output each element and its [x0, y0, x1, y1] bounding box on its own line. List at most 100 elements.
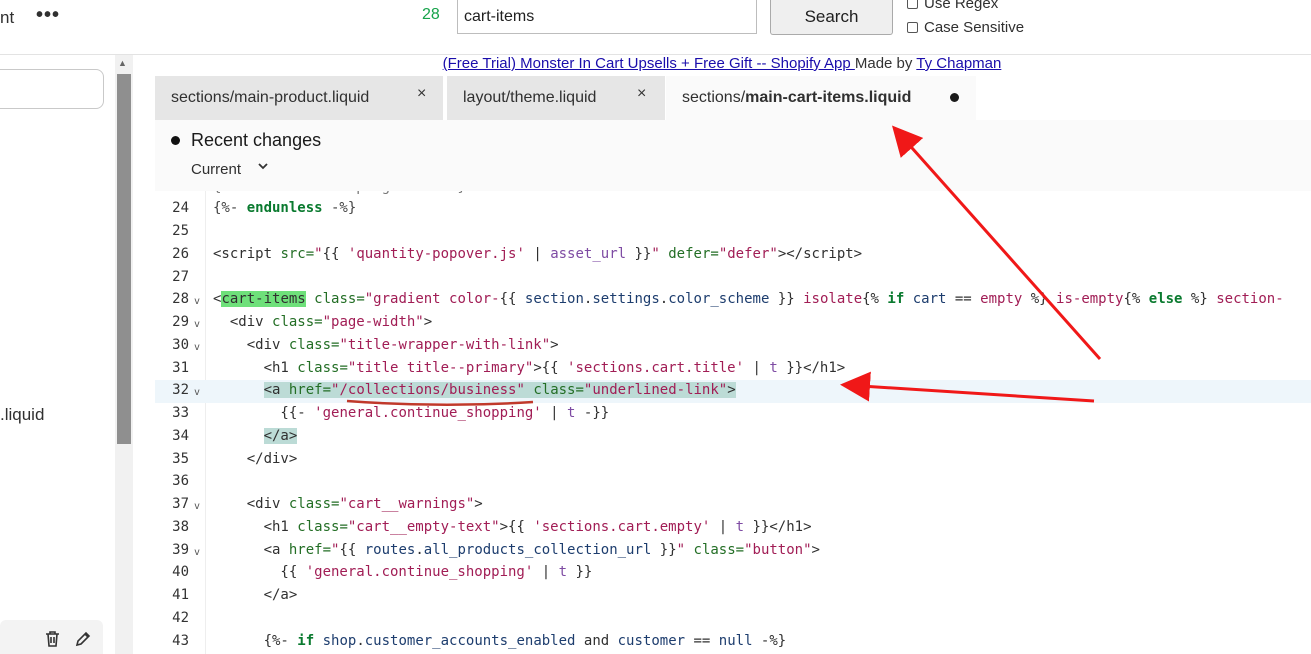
code-line-42: 42	[155, 608, 1311, 631]
line-number: 31	[172, 360, 189, 376]
app-credit-line: (Free Trial) Monster In Cart Upsells + F…	[133, 55, 1311, 75]
app-store-link[interactable]: (Free Trial) Monster In Cart Upsells + F…	[443, 55, 855, 72]
code-text: <div class="page-width">	[213, 314, 433, 330]
code-text: <div class="title-wrapper-with-link">	[213, 337, 559, 353]
code-line-40: 40 {{ 'general.continue_shopping' | t }}	[155, 562, 1311, 585]
recent-changes-panel	[155, 120, 1311, 192]
fold-chevron-icon[interactable]: v	[194, 501, 200, 512]
bullet-icon	[171, 136, 180, 145]
use-regex-label: Use Regex	[924, 0, 999, 12]
line-number: 40	[172, 564, 189, 580]
code-line-25: 25	[155, 221, 1311, 244]
author-link[interactable]: Ty Chapman	[916, 55, 1001, 72]
sidebar-search-field[interactable]	[0, 69, 104, 109]
tab-theme[interactable]: layout/theme.liquid ×	[447, 76, 665, 120]
line-number: 41	[172, 587, 189, 603]
code-text: {%- endunless -%}	[213, 200, 357, 216]
line-number: 39	[172, 542, 189, 558]
code-line-30: 30 v <div class="title-wrapper-with-link…	[155, 335, 1311, 358]
code-text: <cart-items class="gradient color-{{ sec…	[213, 291, 1284, 307]
close-icon[interactable]: ×	[417, 85, 426, 103]
code-text: {%- if shop.customer_accounts_enabled an…	[213, 633, 787, 649]
line-number: 30	[172, 337, 189, 353]
tab-label: sections/main-product.liquid	[171, 89, 370, 106]
code-text: <div class="cart__warnings">	[213, 496, 483, 512]
line-number: 34	[172, 428, 189, 444]
code-line-24: 24 {%- endunless -%}	[155, 198, 1311, 221]
line-number: 27	[172, 269, 189, 285]
line-number: 42	[172, 610, 189, 626]
line-number: 35	[172, 451, 189, 467]
fold-chevron-icon[interactable]: v	[194, 547, 200, 558]
case-sensitive-option[interactable]: Case Sensitive	[907, 19, 1024, 36]
code-line-39: 39 v <a href="{{ routes.all_products_col…	[155, 540, 1311, 563]
code-text: <a href="{{ routes.all_products_collecti…	[213, 542, 820, 558]
code-text: <h1 class="cart__empty-text">{{ 'section…	[213, 519, 812, 535]
line-number: 24	[172, 200, 189, 216]
recent-changes-title: Recent changes	[191, 130, 322, 150]
code-line-27: 27	[155, 267, 1311, 290]
code-text: {%- render 'cart-progress' -%}	[213, 191, 466, 195]
code-editor[interactable]: {%- render 'cart-progress' -%} 24 {%- en…	[155, 191, 1311, 654]
scroll-up-icon[interactable]: ▲	[118, 58, 127, 68]
code-line-33: 33 {{- 'general.continue_shopping' | t -…	[155, 403, 1311, 426]
code-line-43: 43 {%- if shop.customer_accounts_enabled…	[155, 631, 1311, 654]
tab-label: layout/theme.liquid	[463, 89, 597, 106]
fold-chevron-icon[interactable]: v	[194, 387, 200, 398]
fold-chevron-icon[interactable]: v	[194, 296, 200, 307]
fold-chevron-icon[interactable]: v	[194, 319, 200, 330]
code-text: </div>	[213, 451, 298, 467]
code-text: </a>	[263, 428, 298, 444]
line-number: 25	[172, 223, 189, 239]
line-number: 38	[172, 519, 189, 535]
code-line-38: 38 <h1 class="cart__empty-text">{{ 'sect…	[155, 517, 1311, 540]
editor-tabs: sections/main-product.liquid × layout/th…	[155, 76, 1311, 120]
tab-label-path: sections/	[682, 89, 746, 106]
code-line-37: 37 v <div class="cart__warnings">	[155, 494, 1311, 517]
unsaved-dot-icon	[950, 93, 959, 102]
code-text: <h1 class="title title--primary">{{ 'sec…	[213, 360, 846, 376]
line-number: 32	[172, 382, 189, 398]
code-text: {{- 'general.continue_shopping' | t -}}	[213, 405, 610, 421]
code-line-26: 26 <script src="{{ 'quantity-popover.js'…	[155, 244, 1311, 267]
scrollbar-thumb[interactable]	[117, 74, 131, 444]
line-number: 28	[172, 291, 189, 307]
code-line-28: 28 v <cart-items class="gradient color-{…	[155, 289, 1311, 312]
toolbar-left-fragment: nt	[0, 8, 15, 27]
more-horizontal-icon[interactable]: •••	[36, 4, 60, 27]
tab-main-product[interactable]: sections/main-product.liquid ×	[155, 76, 443, 120]
line-number: 29	[172, 314, 189, 330]
line-number: 43	[172, 633, 189, 649]
line-number: 26	[172, 246, 189, 262]
made-by-label: Made by	[854, 55, 917, 72]
tab-main-cart-items[interactable]: sections/main-cart-items.liquid	[666, 76, 976, 120]
code-line-35: 35 </div>	[155, 449, 1311, 472]
code-text: <script src="{{ 'quantity-popover.js' | …	[213, 246, 863, 262]
match-count: 28	[422, 6, 440, 23]
fold-chevron-icon[interactable]: v	[194, 342, 200, 353]
line-number: 37	[172, 496, 189, 512]
case-sensitive-checkbox[interactable]	[907, 22, 918, 33]
case-sensitive-label: Case Sensitive	[924, 19, 1025, 36]
code-text: <a href="/collections/business" class="u…	[263, 382, 736, 398]
chevron-down-icon[interactable]	[257, 160, 269, 175]
code-line-32: 32 v <a href="/collections/business" cla…	[155, 380, 1311, 403]
trash-icon[interactable]	[44, 630, 61, 653]
sidebar-file-item[interactable]: .liquid	[0, 405, 44, 425]
use-regex-checkbox[interactable]	[907, 0, 918, 9]
line-number: 36	[172, 473, 189, 489]
version-selector[interactable]: Current	[191, 161, 241, 178]
tab-label-file: main-cart-items.liquid	[745, 89, 912, 106]
code-line-41: 41 </a>	[155, 585, 1311, 608]
code-line-34: 34 </a>	[155, 426, 1311, 449]
edit-icon[interactable]	[74, 630, 92, 653]
code-text: </a>	[213, 587, 298, 603]
code-text: {{ 'general.continue_shopping' | t }}	[213, 564, 593, 580]
code-line-29: 29 v <div class="page-width">	[155, 312, 1311, 335]
search-button[interactable]: Search	[770, 0, 893, 35]
line-number: 33	[172, 405, 189, 421]
close-icon[interactable]: ×	[637, 85, 646, 103]
code-line-36: 36	[155, 471, 1311, 494]
search-input[interactable]	[457, 0, 757, 34]
use-regex-option[interactable]: Use Regex	[907, 0, 998, 12]
